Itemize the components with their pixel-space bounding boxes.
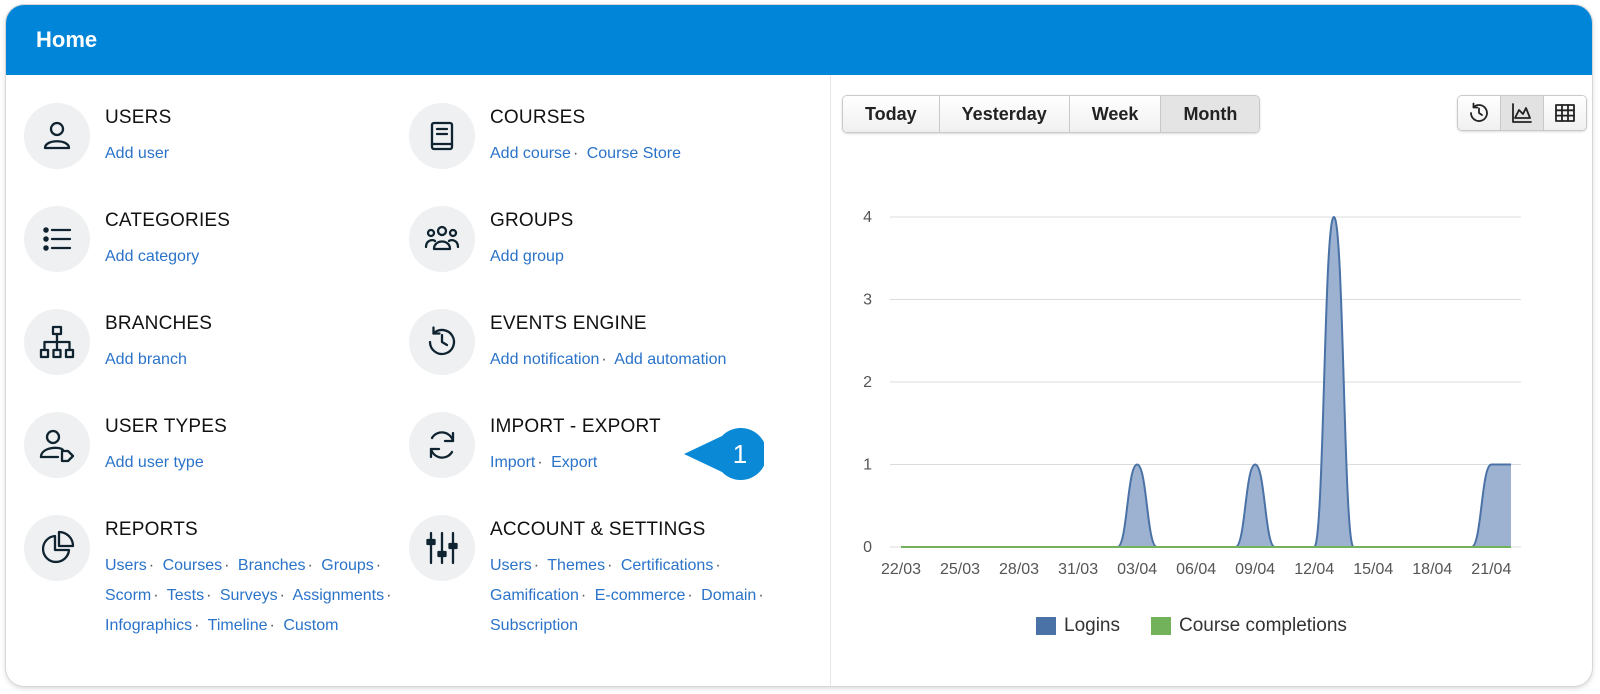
x-tick-label: 22/03 <box>881 561 921 578</box>
legend-swatch-course-completions <box>1151 617 1171 635</box>
x-tick-label: 25/03 <box>940 561 980 578</box>
x-tick-label: 12/04 <box>1294 561 1334 578</box>
x-tick-label: 09/04 <box>1235 561 1275 578</box>
x-tick-label: 18/04 <box>1412 561 1452 578</box>
x-tick-label: 21/04 <box>1471 561 1511 578</box>
x-tick-label: 28/03 <box>999 561 1039 578</box>
legend-label-logins: Logins <box>1064 615 1120 636</box>
x-tick-label: 15/04 <box>1353 561 1393 578</box>
y-tick-label: 3 <box>863 292 872 309</box>
x-tick-label: 03/04 <box>1117 561 1157 578</box>
y-tick-label: 0 <box>863 539 872 556</box>
logins-chart: 0 1 2 3 4 22/03 25/03 28/03 31/03 03/04 06/04 09/04… <box>863 209 1521 578</box>
y-tick-label: 2 <box>863 374 872 391</box>
legend-item-logins[interactable]: Logins <box>1036 615 1120 637</box>
legend-label-course-completions: Course completions <box>1179 615 1347 636</box>
x-tick-label: 31/03 <box>1058 561 1098 578</box>
y-tick-label: 4 <box>863 209 872 226</box>
x-tick-label: 06/04 <box>1176 561 1216 578</box>
legend-swatch-logins <box>1036 617 1056 635</box>
y-tick-label: 1 <box>863 457 872 474</box>
legend-item-course-completions[interactable]: Course completions <box>1151 615 1347 637</box>
